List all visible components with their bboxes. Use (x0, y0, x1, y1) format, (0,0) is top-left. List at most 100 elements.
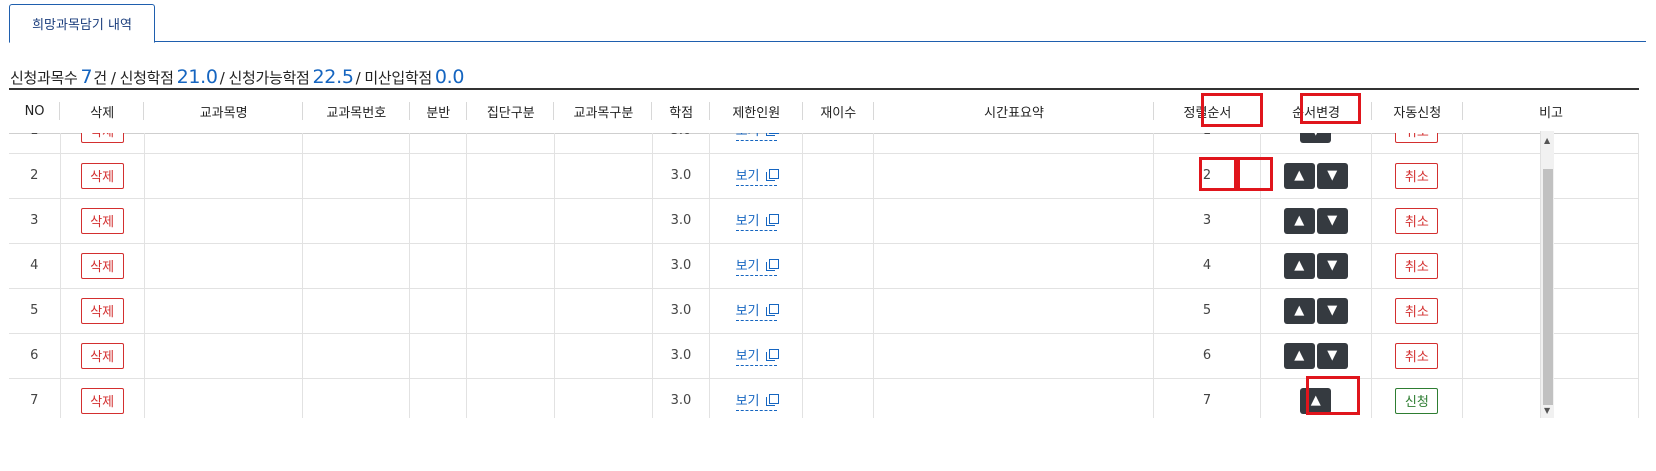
copy-icon (765, 394, 779, 406)
auto-cancel-button[interactable]: 취소 (1395, 207, 1439, 234)
delete-button[interactable]: 삭제 (80, 387, 124, 414)
limit-view-link[interactable]: 보기 (735, 133, 779, 141)
table-row: 1 삭제 3.0 보기 1 ▼ 취소 (9, 133, 1639, 154)
sort-order: 4 (1202, 258, 1212, 273)
auto-cancel-button[interactable]: 취소 (1395, 162, 1439, 189)
copy-icon (765, 259, 779, 271)
move-up-button[interactable]: ▲ (1300, 387, 1332, 414)
limit-view-label: 보기 (735, 169, 760, 184)
delete-button[interactable]: 삭제 (80, 162, 124, 189)
arrow-up-icon: ▲ (1294, 258, 1305, 273)
sort-order: 6 (1202, 348, 1212, 363)
limit-view-link[interactable]: 보기 (735, 165, 779, 186)
arrow-down-icon: ▼ (1327, 303, 1338, 318)
move-up-button[interactable]: ▲ (1283, 342, 1315, 369)
copy-icon (765, 349, 779, 361)
applied-credit-value: 21.0 (176, 66, 218, 88)
sort-order: 3 (1202, 213, 1212, 228)
arrow-up-icon: ▲ (1294, 213, 1305, 228)
delete-button[interactable]: 삭제 (80, 133, 124, 144)
table-row: 3 삭제 3.0 보기 3 ▲ ▼ 취소 (9, 198, 1639, 244)
limit-view-link[interactable]: 보기 (735, 345, 779, 366)
move-down-button[interactable]: ▼ (1300, 133, 1332, 144)
copy-icon (765, 214, 779, 226)
column-header: 학점 (652, 90, 710, 134)
column-header: 정렬순서 (1154, 90, 1261, 134)
delete-button[interactable]: 삭제 (80, 207, 124, 234)
move-up-button[interactable]: ▲ (1283, 297, 1315, 324)
column-header: 삭제 (60, 90, 145, 134)
delete-button[interactable]: 삭제 (80, 297, 124, 324)
auto-cancel-button[interactable]: 취소 (1395, 252, 1439, 279)
limit-view-label: 보기 (735, 349, 760, 364)
table-row: 6 삭제 3.0 보기 6 ▲ ▼ 취소 (9, 333, 1639, 379)
move-down-button[interactable]: ▼ (1316, 297, 1348, 324)
auto-apply-button[interactable]: 신청 (1395, 387, 1439, 414)
move-up-button[interactable]: ▲ (1283, 162, 1315, 189)
move-up-button[interactable]: ▲ (1283, 207, 1315, 234)
applied-count-label: 신청과목수 (10, 69, 78, 87)
arrow-up-icon: ▲ (1310, 393, 1321, 408)
limit-view-link[interactable]: 보기 (735, 210, 779, 231)
arrow-down-icon: ▼ (1311, 133, 1321, 138)
credit-value: 3.0 (670, 213, 692, 228)
limit-view-link[interactable]: 보기 (735, 390, 779, 411)
applied-credit-label: 신청학점 (119, 69, 174, 87)
scroll-down-arrow-icon[interactable]: ▼ (1544, 406, 1550, 415)
applied-count-unit: 건 (93, 69, 107, 87)
column-header: 자동신청 (1371, 90, 1464, 134)
limit-view-label: 보기 (735, 259, 760, 274)
column-header: 교과목명 (144, 90, 304, 134)
summary-line: 신청과목수 7 건 / 신청학점 21.0 / 신청가능학점 22.5 / 미산… (10, 66, 465, 88)
move-down-button[interactable]: ▼ (1316, 252, 1348, 279)
limit-view-link[interactable]: 보기 (735, 255, 779, 276)
credit-value: 3.0 (670, 393, 692, 408)
credit-value: 3.0 (671, 133, 692, 138)
copy-icon (765, 169, 779, 181)
arrow-down-icon: ▼ (1327, 258, 1338, 273)
arrow-up-icon: ▲ (1294, 168, 1305, 183)
column-header: 비고 (1463, 90, 1639, 134)
arrow-down-icon: ▼ (1327, 168, 1338, 183)
scrollbar-thumb[interactable] (1543, 169, 1553, 405)
summary-separator: / (219, 69, 225, 87)
move-down-button[interactable]: ▼ (1316, 342, 1348, 369)
table-body[interactable]: 1 삭제 3.0 보기 1 ▼ 취소 2 삭제 3.0 보기 2 ▲ ▼ 취소 3 삭제 3.0 보기 3 ▲ ▼ 취소 4 삭… (9, 133, 1639, 418)
column-header: 집단구분 (467, 90, 555, 134)
row-number: 2 (30, 168, 39, 183)
available-credit-value: 22.5 (312, 66, 354, 88)
column-header: NO (9, 90, 61, 134)
auto-cancel-button[interactable]: 취소 (1395, 342, 1439, 369)
sort-order: 5 (1202, 303, 1212, 318)
row-number: 4 (30, 258, 39, 273)
sort-order: 2 (1202, 168, 1212, 183)
tab-bar: 희망과목담기 내역 (9, 4, 1646, 43)
row-number: 7 (30, 393, 39, 408)
move-down-button[interactable]: ▼ (1316, 207, 1348, 234)
row-number: 3 (30, 213, 39, 228)
limit-view-link[interactable]: 보기 (735, 300, 779, 321)
sort-order: 1 (1203, 133, 1211, 138)
table-row: 5 삭제 3.0 보기 5 ▲ ▼ 취소 (9, 288, 1639, 334)
unenrolled-credit-label: 미산입학점 (364, 69, 432, 87)
available-credit-label: 신청가능학점 (228, 69, 310, 87)
delete-button[interactable]: 삭제 (80, 342, 124, 369)
scroll-up-arrow-icon[interactable]: ▲ (1544, 136, 1550, 145)
unenrolled-credit-value: 0.0 (434, 66, 465, 88)
move-up-button[interactable]: ▲ (1283, 252, 1315, 279)
credit-value: 3.0 (670, 168, 692, 183)
move-down-button[interactable]: ▼ (1316, 162, 1348, 189)
credit-value: 3.0 (670, 348, 692, 363)
copy-icon (765, 133, 779, 136)
auto-cancel-button[interactable]: 취소 (1395, 297, 1439, 324)
applied-count-value: 7 (80, 66, 93, 88)
table-header: NO 삭제 교과목명 교과목번호 분반 집단구분 교과목구분 학점 제한인원 재이수 시간표요약 정렬… (9, 90, 1639, 134)
column-header: 분반 (409, 90, 468, 134)
delete-button[interactable]: 삭제 (80, 252, 124, 279)
limit-view-label: 보기 (735, 394, 760, 409)
column-header: 시간표요약 (873, 90, 1155, 134)
table-row: 4 삭제 3.0 보기 4 ▲ ▼ 취소 (9, 243, 1639, 289)
auto-cancel-button[interactable]: 취소 (1395, 133, 1439, 144)
table-scrollbar[interactable]: ▲ ▼ (1540, 131, 1554, 418)
tab-wishlist[interactable]: 희망과목담기 내역 (9, 4, 155, 43)
